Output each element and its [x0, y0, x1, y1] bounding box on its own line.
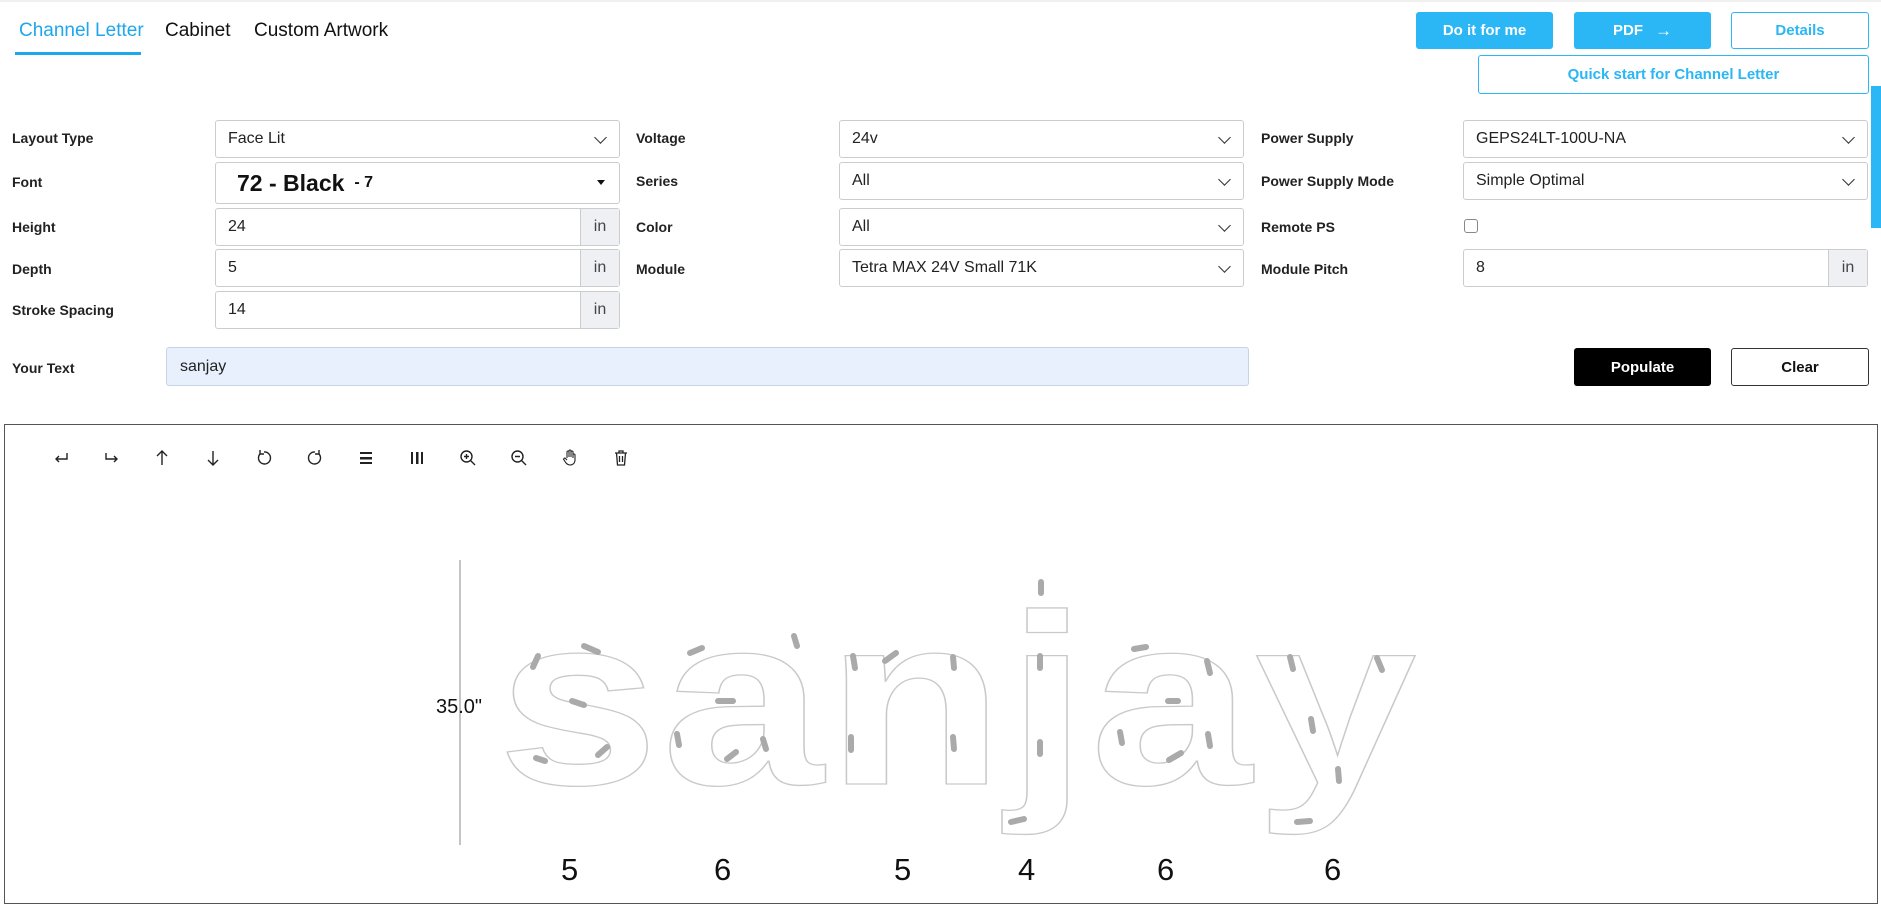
module-count-n: 5	[894, 852, 912, 887]
module-count-y: 6	[1324, 852, 1342, 887]
module-count-a: 6	[714, 852, 732, 887]
module-count-s: 5	[561, 852, 579, 887]
height-dimension-label: 35.0"	[436, 696, 483, 718]
module-count-j: 4	[1018, 852, 1036, 887]
letter-outline-text: sanjay	[497, 565, 1419, 836]
letter-preview: sanjay	[459, 560, 1419, 845]
module-count-a2: 6	[1157, 852, 1175, 887]
